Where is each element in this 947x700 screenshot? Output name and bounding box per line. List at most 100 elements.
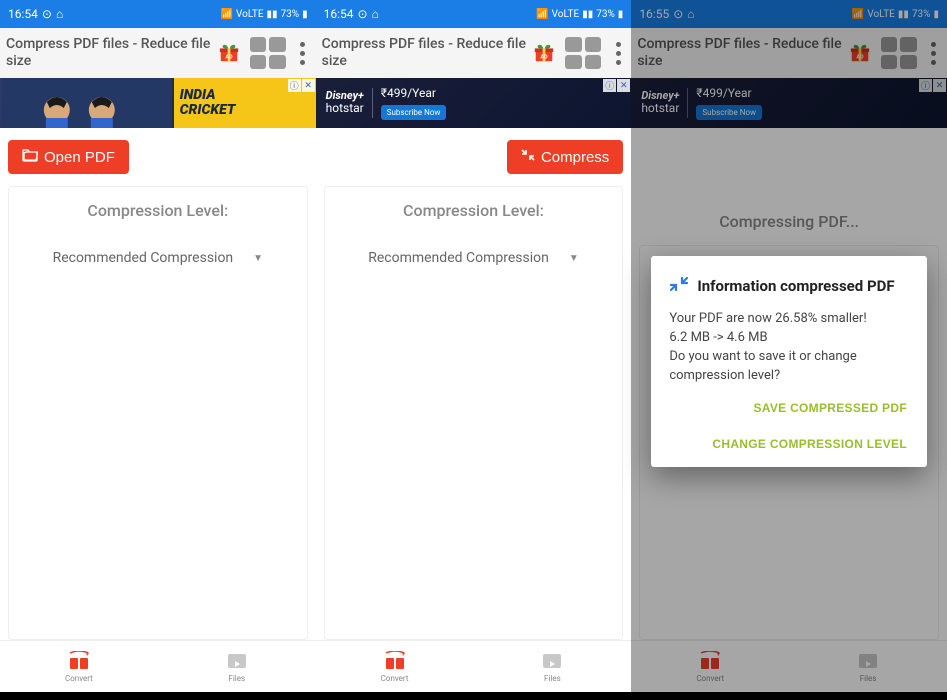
compression-level-dropdown[interactable]: Recommended Compression ▼: [19, 250, 297, 266]
grid-view-icon[interactable]: [250, 37, 286, 69]
nav-files[interactable]: Files: [473, 641, 631, 692]
screen-compress: 16:54 ⊙ ⌂ 📶 VoLTE ▮▮ 73% ▮ Compress PDF …: [316, 0, 632, 700]
nav-convert[interactable]: Convert: [631, 641, 789, 692]
screen-result-dialog: 16:55 ⊙ ⌂ 📶 VoLTE ▮▮ 73% ▮ Compress PDF …: [631, 0, 947, 700]
hotstar-logo: Disney+ hotstar: [326, 90, 364, 115]
status-icon: ⌂: [56, 7, 63, 21]
ad-info-icon[interactable]: ⓘ: [288, 79, 301, 92]
ad-banner[interactable]: ⓘ ✕ Disney+ hotstar ₹499/Year Subscribe …: [316, 78, 632, 128]
more-menu-icon[interactable]: [611, 42, 625, 65]
action-row: Open PDF: [0, 128, 316, 186]
ad-subscribe-button[interactable]: Subscribe Now: [381, 105, 447, 120]
ad-info-icon[interactable]: ⓘ: [919, 79, 932, 92]
save-compressed-button[interactable]: SAVE COMPRESSED PDF: [751, 397, 909, 419]
status-bar: 16:54 ⊙ ⌂ 📶 VoLTE ▮▮ 73% ▮: [0, 0, 316, 28]
gift-ad-icon[interactable]: AD: [849, 42, 871, 64]
gift-ad-icon[interactable]: AD: [218, 42, 240, 64]
dialog-line2: 6.2 MB -> 4.6 MB: [669, 329, 909, 348]
dialog-line3: Do you want to save it or change compres…: [669, 348, 909, 386]
open-pdf-button[interactable]: Open PDF: [8, 140, 129, 174]
convert-icon: [696, 650, 724, 672]
nav-files-label: Files: [860, 674, 877, 683]
app-title: Compress PDF files - Reduce file size: [637, 36, 843, 70]
compress-icon: [521, 148, 535, 166]
app-header: Compress PDF files - Reduce file size AD: [316, 28, 632, 78]
nav-files-label: Files: [228, 674, 245, 683]
compression-title: Compression Level:: [335, 201, 613, 220]
nav-convert[interactable]: Convert: [0, 641, 158, 692]
app-title: Compress PDF files - Reduce file size: [6, 36, 212, 70]
dialog-body: Your PDF are now 26.58% smaller! 6.2 MB …: [669, 310, 909, 385]
system-nav-bar: [316, 692, 632, 700]
more-menu-icon[interactable]: [296, 42, 310, 65]
grid-view-icon[interactable]: [565, 37, 601, 69]
bottom-nav: Convert Files: [631, 640, 947, 692]
status-time: 16:55: [639, 7, 669, 21]
chevron-down-icon: ▼: [253, 253, 263, 264]
screen-open-pdf: 16:54 ⊙ ⌂ 📶 VoLTE ▮▮ 73% ▮ Compress PDF …: [0, 0, 316, 700]
status-time: 16:54: [8, 7, 38, 21]
battery-percent: 73%: [912, 9, 931, 20]
compress-result-icon: [669, 274, 689, 298]
dialog-line1: Your PDF are now 26.58% smaller!: [669, 310, 909, 329]
compression-level-dropdown[interactable]: Recommended Compression ▼: [335, 250, 613, 266]
ad-close-controls[interactable]: ⓘ ✕: [603, 79, 630, 92]
app-header: Compress PDF files - Reduce file size AD: [0, 28, 316, 78]
ad-info-icon[interactable]: ⓘ: [603, 79, 616, 92]
signal-icon: ▮▮: [582, 9, 593, 20]
ad-close-icon[interactable]: ✕: [933, 79, 946, 92]
ad-close-icon[interactable]: ✕: [617, 79, 630, 92]
wifi-icon: 📶: [221, 9, 233, 20]
battery-percent: 73%: [596, 9, 615, 20]
gift-ad-icon[interactable]: AD: [533, 42, 555, 64]
signal-icon: ▮▮: [898, 9, 909, 20]
dropdown-selected: Recommended Compression: [368, 250, 549, 266]
action-row: Compress: [316, 128, 632, 186]
files-icon: [225, 650, 249, 672]
ad-image: [0, 78, 174, 128]
change-compression-button[interactable]: CHANGE COMPRESSION LEVEL: [710, 433, 909, 455]
wifi-icon: 📶: [852, 9, 864, 20]
ad-price: ₹499/Year: [381, 86, 447, 100]
ad-banner[interactable]: ⓘ ✕ Disney+ hotstar ₹499/Year Subscribe …: [631, 78, 947, 128]
nav-convert-label: Convert: [381, 674, 409, 683]
status-time: 16:54: [324, 7, 354, 21]
compressing-status: Compressing PDF...: [631, 188, 947, 245]
hotstar-logo: Disney+ hotstar: [641, 90, 679, 115]
battery-icon: ▮: [302, 9, 308, 20]
result-dialog: Information compressed PDF Your PDF are …: [651, 256, 927, 467]
svg-text:AD: AD: [856, 55, 864, 61]
nav-files[interactable]: Files: [789, 641, 947, 692]
folder-open-icon: [22, 148, 38, 166]
battery-percent: 73%: [281, 9, 300, 20]
status-icon: ⌂: [372, 7, 379, 21]
convert-icon: [381, 650, 409, 672]
dialog-title: Information compressed PDF: [697, 277, 894, 295]
ad-price: ₹499/Year: [696, 86, 762, 100]
battery-icon: ▮: [618, 9, 624, 20]
ad-subscribe-button[interactable]: Subscribe Now: [696, 105, 762, 120]
status-icon: ⊙: [358, 7, 368, 21]
more-menu-icon[interactable]: [927, 42, 941, 65]
open-pdf-label: Open PDF: [44, 149, 115, 166]
compression-title: Compression Level:: [19, 201, 297, 220]
ad-banner[interactable]: ⓘ ✕ INDIA CRICKET: [0, 78, 316, 128]
ad-close-controls[interactable]: ⓘ ✕: [288, 79, 315, 92]
battery-icon: ▮: [933, 9, 939, 20]
ad-close-controls[interactable]: ⓘ ✕: [919, 79, 946, 92]
status-bar: 16:55 ⊙ ⌂ 📶 VoLTE ▮▮ 73% ▮: [631, 0, 947, 28]
app-header: Compress PDF files - Reduce file size AD: [631, 28, 947, 78]
status-bar: 16:54 ⊙ ⌂ 📶 VoLTE ▮▮ 73% ▮: [316, 0, 632, 28]
nav-files[interactable]: Files: [158, 641, 316, 692]
network-label: VoLTE: [236, 9, 264, 20]
network-label: VoLTE: [867, 9, 895, 20]
nav-convert[interactable]: Convert: [316, 641, 474, 692]
system-nav-bar: [631, 692, 947, 700]
nav-files-label: Files: [544, 674, 561, 683]
grid-view-icon[interactable]: [881, 37, 917, 69]
chevron-down-icon: ▼: [569, 253, 579, 264]
ad-close-icon[interactable]: ✕: [302, 79, 315, 92]
signal-icon: ▮▮: [267, 9, 278, 20]
dropdown-selected: Recommended Compression: [53, 250, 234, 266]
compress-button[interactable]: Compress: [507, 140, 623, 174]
